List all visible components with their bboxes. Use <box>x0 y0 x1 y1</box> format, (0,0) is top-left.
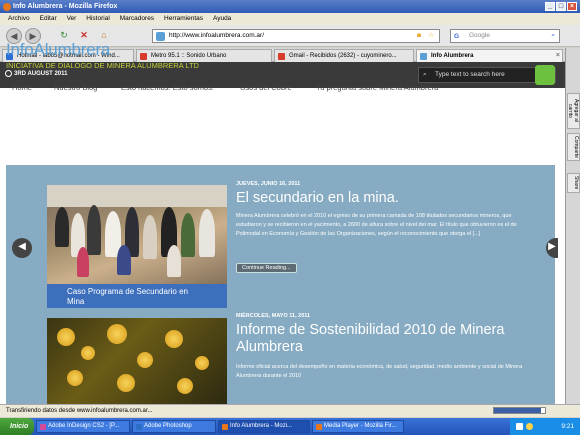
flower-shape <box>177 378 193 394</box>
progress-fill <box>494 408 541 413</box>
flower-shape <box>195 356 209 370</box>
close-tab-icon[interactable]: × <box>556 50 560 62</box>
tab-label: Metro 95.1 :: Sonido Urbano <box>151 53 227 59</box>
tab-label: Gmail - Recibidos (2632) - cuyominero... <box>289 53 397 59</box>
rss-icon[interactable]: ◙ <box>417 30 421 42</box>
address-bar[interactable]: http://www.infoalumbrera.com.ar/ ◙ ☆ <box>152 29 440 43</box>
close-window-button[interactable]: × <box>567 2 577 11</box>
firefox-icon <box>222 424 228 430</box>
menu-bar: Archivo Editar Ver Historial Marcadores … <box>0 13 580 25</box>
banner-backdrop <box>47 185 227 207</box>
person-figure <box>167 245 181 277</box>
menu-marcadores[interactable]: Marcadores <box>120 15 154 22</box>
menu-ayuda[interactable]: Ayuda <box>213 15 231 22</box>
taskbar-item-photoshop[interactable]: Adobe Photoshop <box>132 420 216 433</box>
tab-gmail[interactable]: Gmail - Recibidos (2632) - cuyominero... <box>274 49 414 62</box>
metro-icon <box>140 53 147 60</box>
post-date: MIÉRCOLES, MAYO 11, 2011 <box>236 313 311 319</box>
taskbar-item-indesign[interactable]: Adobe InDesign CS2 - [P... <box>36 420 130 433</box>
person-figure <box>143 215 157 259</box>
site-search-button[interactable] <box>535 65 555 85</box>
post-image-flowers[interactable] <box>47 318 227 404</box>
person-figure <box>199 209 215 257</box>
search-placeholder: Google <box>469 32 490 39</box>
search-icon[interactable]: ⌕ <box>551 30 555 42</box>
firefox-icon <box>3 3 11 11</box>
search-box[interactable]: G Google ⌕ <box>450 29 560 43</box>
window-titlebar: Info Alumbrera - Mozilla Firefox _ □ × <box>0 0 580 13</box>
infoalumbrera-icon <box>420 53 427 60</box>
slider-prev-arrow-icon[interactable]: ◀ <box>12 238 32 258</box>
continue-reading-button[interactable]: Continue Reading... <box>236 263 297 273</box>
site-date: 3RD AUGUST 2011 <box>14 71 68 77</box>
start-button[interactable]: Inicio <box>0 418 34 435</box>
flower-shape <box>57 328 75 346</box>
menu-historial[interactable]: Historial <box>86 15 109 22</box>
sidebar-tab-comparte[interactable]: Comparte <box>567 133 580 161</box>
nav-blog[interactable]: Nuestro Blog <box>54 83 97 92</box>
post-excerpt: Informe oficial acerca del desempeño en … <box>236 364 523 379</box>
nav-home[interactable]: Home <box>12 83 32 92</box>
flower-shape <box>81 346 95 360</box>
clock-icon <box>5 70 12 77</box>
gmail-icon <box>278 53 285 60</box>
media-player-icon <box>316 424 322 430</box>
nav-usos-cobre[interactable]: Usos del Cobre <box>240 83 292 92</box>
tray-icon[interactable] <box>516 423 523 430</box>
nav-tu-pregunta[interactable]: Tu pregunta sobre Minera Alumbrera <box>316 83 438 92</box>
nav-esto-hacemos[interactable]: Esto hacemos. Esto somos. <box>121 83 214 92</box>
sidebar-tab-carrito[interactable]: Agregar al carrito <box>567 93 580 129</box>
indesign-icon <box>40 424 46 430</box>
side-panel: Agregar al carrito Comparte Share <box>565 48 580 404</box>
post-image-caption[interactable]: Caso Programa de Secundario en Mina <box>47 284 227 308</box>
url-text: http://www.infoalumbrera.com.ar/ <box>169 32 265 39</box>
person-figure <box>87 205 101 255</box>
menu-herramientas[interactable]: Herramientas <box>164 15 203 22</box>
post-title[interactable]: El secundario en la mina. <box>236 190 546 207</box>
flower-shape <box>67 370 83 386</box>
google-icon: G <box>454 33 460 40</box>
person-figure <box>117 245 131 275</box>
taskbar-item-firefox[interactable]: Info Alumbrera - Mozi... <box>218 420 310 433</box>
taskbar-item-media-player[interactable]: Media Player - Mozilla Fir... <box>312 420 404 433</box>
window-title: Info Alumbrera - Mozilla Firefox <box>13 3 118 10</box>
person-figure <box>55 207 69 247</box>
minimize-button[interactable]: _ <box>545 2 555 11</box>
tray-icon[interactable] <box>526 423 533 430</box>
site-tagline: INICIATIVA DE DIALOGO DE MINERA ALUMBRER… <box>6 61 199 70</box>
system-tray: 9:21 <box>510 418 580 435</box>
loading-progress-bar <box>493 407 546 414</box>
flower-shape <box>137 352 153 368</box>
flower-shape <box>117 374 135 392</box>
menu-editar[interactable]: Editar <box>40 15 57 22</box>
tab-label: Info Alumbrera <box>431 53 474 59</box>
bookmark-star-icon[interactable]: ☆ <box>428 30 434 42</box>
site-logo[interactable]: InfoAlumbrera <box>6 40 110 60</box>
flower-shape <box>165 330 183 348</box>
site-search-icon: ⌕ <box>423 71 427 78</box>
post-excerpt: Minera Alumbrera celebró en el 2010 el e… <box>236 213 517 237</box>
photoshop-icon <box>136 424 142 430</box>
post-date: JUEVES, JUNIO 16, 2011 <box>236 181 301 187</box>
clock-time: 9:21 <box>561 423 574 430</box>
person-figure <box>181 213 195 257</box>
post-title[interactable]: Informe de Sostenibilidad 2010 de Minera… <box>236 322 552 356</box>
menu-archivo[interactable]: Archivo <box>8 15 30 22</box>
person-figure <box>77 247 89 277</box>
status-text: Transfiriendo datos desde www.infoalumbr… <box>6 408 153 414</box>
tab-info-alumbrera[interactable]: Info Alumbrera × <box>416 49 563 62</box>
maximize-button[interactable]: □ <box>556 2 566 11</box>
menu-ver[interactable]: Ver <box>67 15 77 22</box>
windows-taskbar: Inicio Adobe InDesign CS2 - [P... Adobe … <box>0 418 580 435</box>
site-favicon-icon <box>156 32 165 41</box>
sidebar-tab-share[interactable]: Share <box>567 173 580 193</box>
flower-shape <box>107 324 127 344</box>
